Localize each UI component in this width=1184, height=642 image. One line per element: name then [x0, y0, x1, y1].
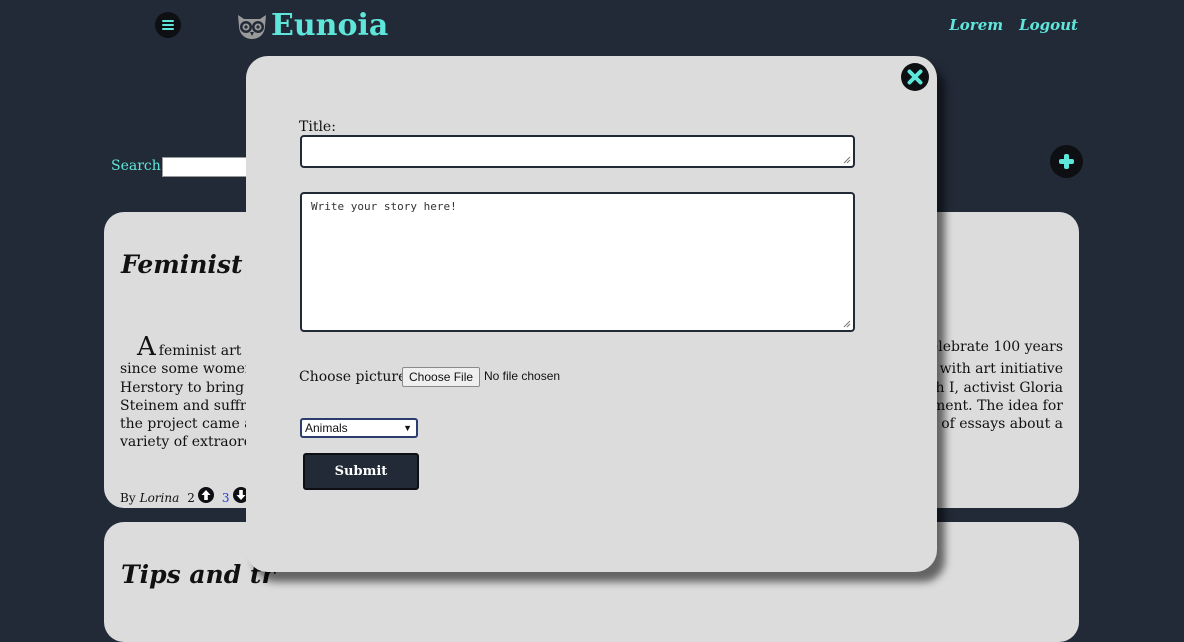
search-input[interactable]	[162, 157, 254, 177]
article-line: variety of extraordi	[120, 434, 258, 451]
dropdown-arrow-icon: ▼	[403, 423, 412, 433]
article-line: Steinem and suffrag	[120, 397, 264, 414]
owl-icon	[238, 15, 266, 39]
article-line: feminist art	[158, 343, 242, 359]
article-line: Herstory to bring th	[120, 379, 264, 396]
new-story-modal: Title: Write your story here! Choose pic…	[246, 56, 937, 572]
author-name[interactable]: Lorina	[140, 491, 180, 505]
logo[interactable]: Eunoia	[235, 8, 388, 44]
byline-prefix: By	[120, 491, 136, 505]
drop-cap: A	[137, 332, 156, 362]
story-placeholder: Write your story here!	[311, 200, 457, 213]
close-button[interactable]	[901, 63, 929, 91]
article-line: since some women	[120, 361, 254, 378]
article-line: elebrate 100 years	[930, 339, 1063, 355]
upvote-count: 2	[187, 491, 195, 505]
category-select[interactable]: Animals ▼	[300, 418, 418, 438]
article-line: of essays about a	[941, 416, 1063, 433]
resize-grip-icon[interactable]	[843, 320, 851, 328]
article-line: the project came ab	[120, 416, 262, 433]
submit-button[interactable]: Submit	[303, 453, 419, 490]
brand-name: Eunoia	[271, 8, 389, 43]
hamburger-icon	[162, 20, 174, 30]
file-status: No file chosen	[484, 369, 561, 383]
search-label: Search:	[111, 158, 166, 174]
byline: By Lorina 2 3	[120, 487, 249, 506]
close-icon	[907, 69, 923, 85]
top-nav: Lorem Logout	[949, 16, 1078, 34]
picture-label: Choose picture:	[299, 369, 412, 385]
nav-link-logout[interactable]: Logout	[1019, 16, 1078, 34]
category-selected-value: Animals	[305, 421, 348, 435]
menu-button[interactable]	[155, 12, 181, 38]
article-title[interactable]: Feminist	[121, 250, 243, 279]
choose-file-button[interactable]: Choose File	[402, 367, 481, 387]
article-line: ment. The idea for	[931, 397, 1063, 414]
article-line: h I, activist Gloria	[935, 379, 1063, 396]
article-line: with art initiative	[939, 361, 1063, 378]
upvote-icon[interactable]	[197, 487, 214, 503]
nav-link-lorem[interactable]: Lorem	[949, 16, 1003, 34]
title-label: Title:	[299, 119, 336, 135]
add-story-button[interactable]	[1050, 145, 1083, 178]
title-input[interactable]	[300, 135, 855, 168]
story-textarea[interactable]: Write your story here!	[300, 192, 855, 332]
resize-grip-icon[interactable]	[843, 156, 851, 164]
downvote-count: 3	[221, 491, 230, 505]
